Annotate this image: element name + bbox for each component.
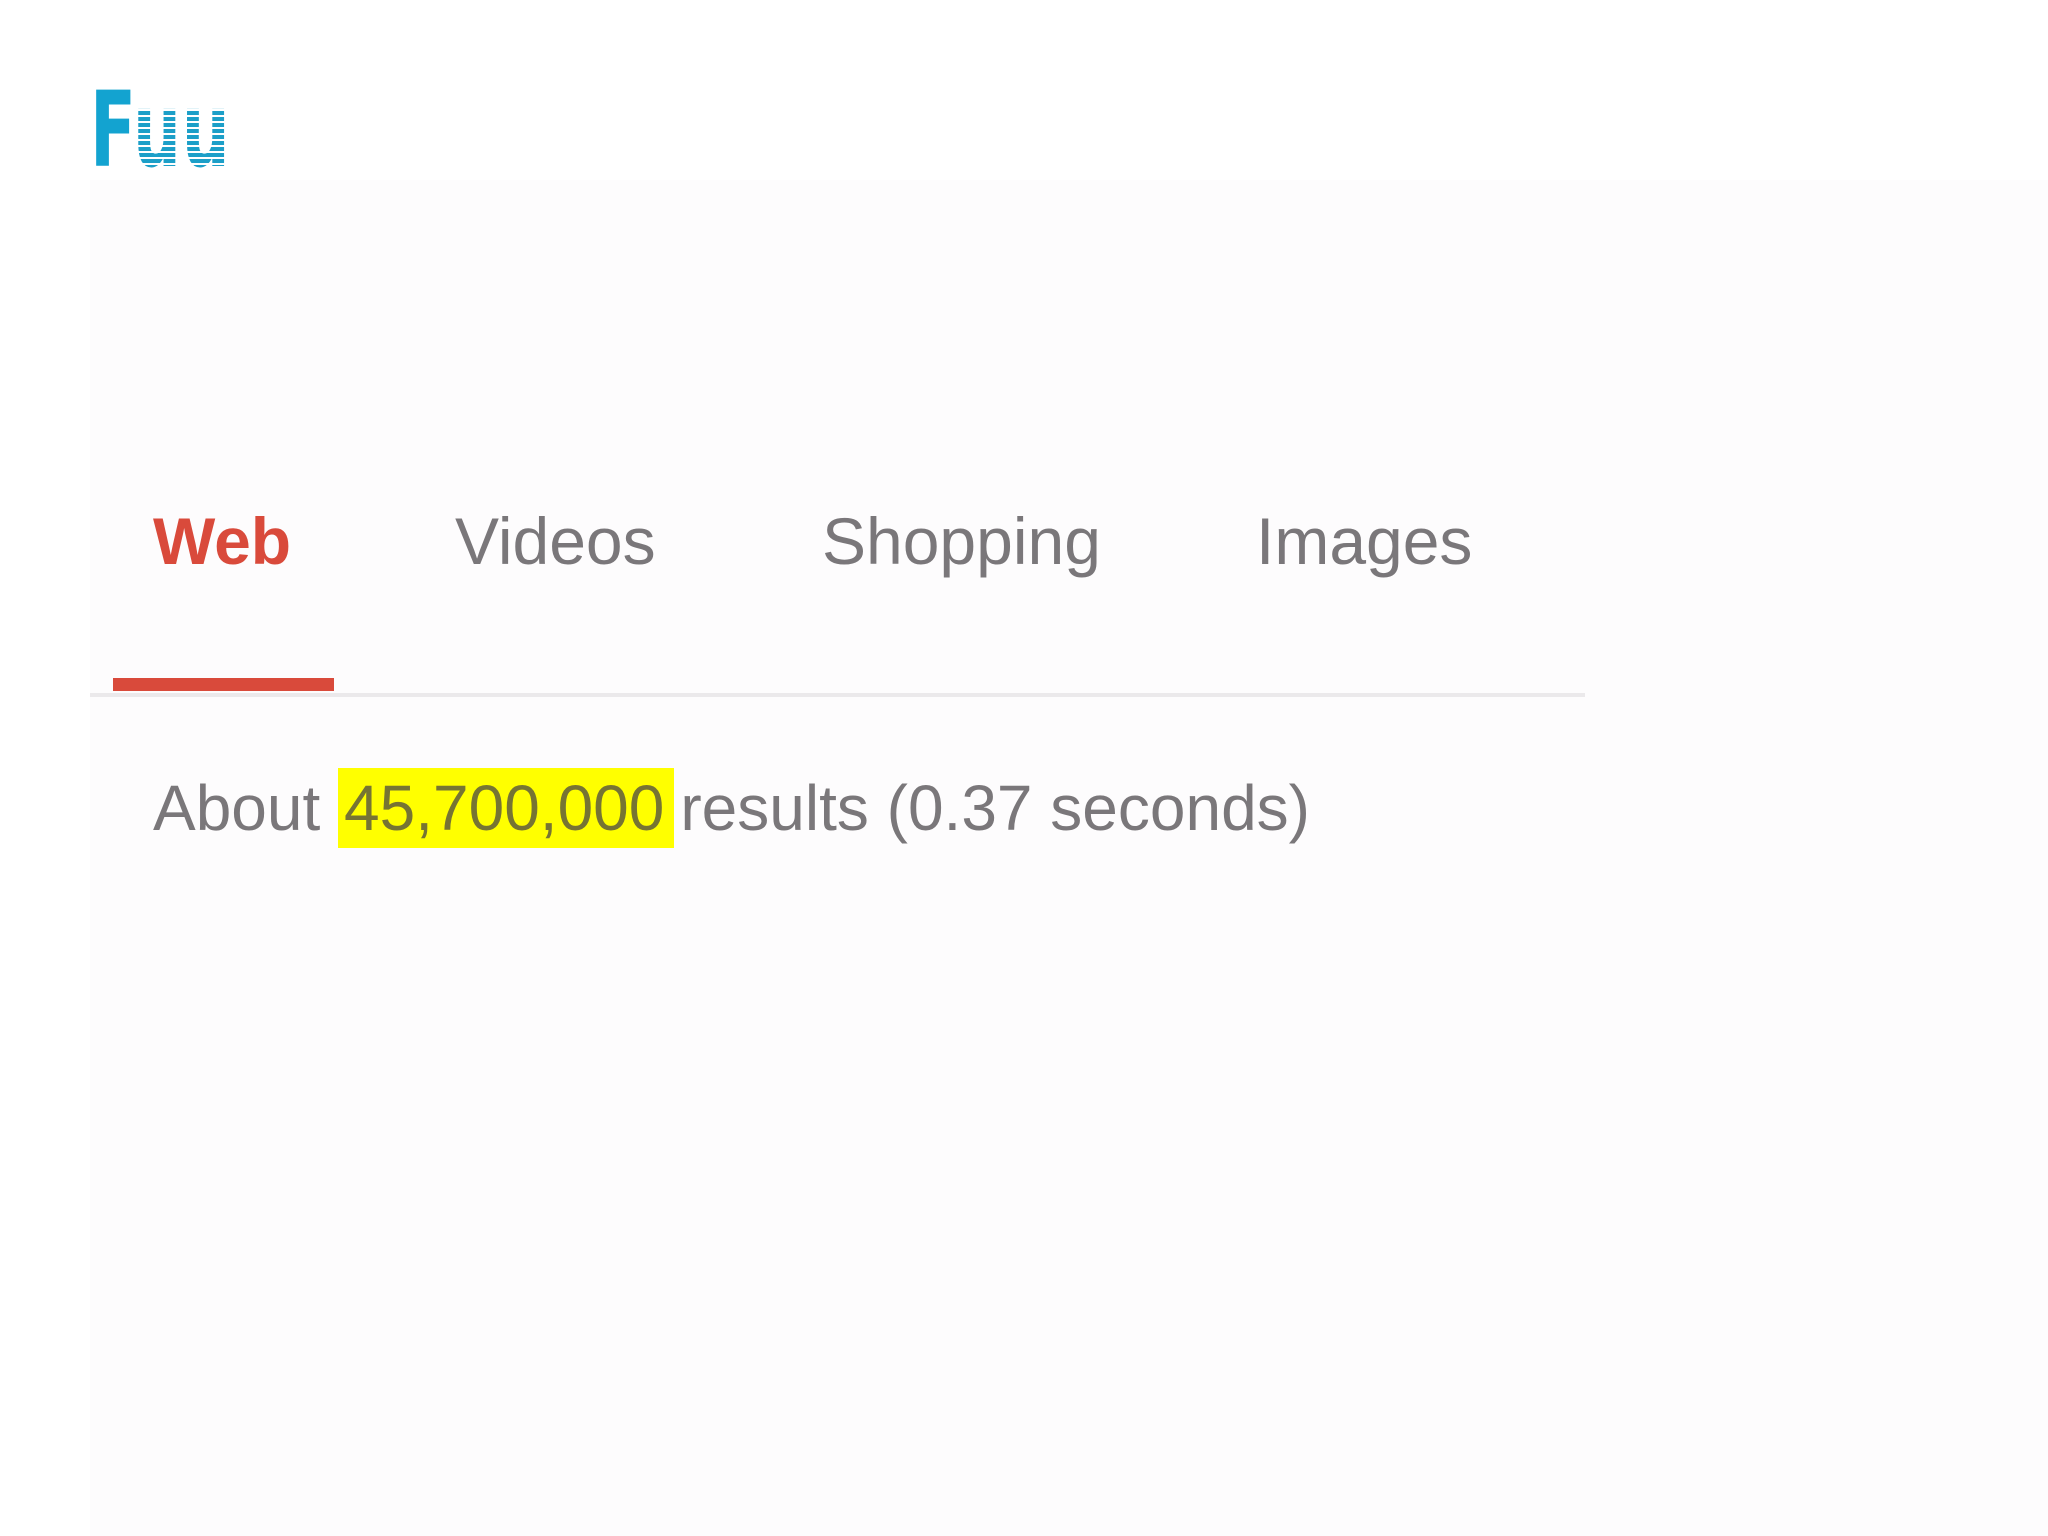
logo-letter-f: F — [90, 69, 134, 191]
result-count-highlight: 45,700,000 — [338, 768, 675, 848]
search-results-page: Fuu Web Videos Shopping Images About 45,… — [0, 0, 2048, 1536]
fuu-logo[interactable]: Fuu — [90, 78, 230, 182]
tab-images[interactable]: Images — [1256, 490, 1472, 592]
active-tab-indicator — [113, 678, 334, 691]
tab-shopping[interactable]: Shopping — [822, 490, 1101, 592]
tab-videos[interactable]: Videos — [455, 490, 656, 592]
left-margin — [0, 0, 90, 1536]
tab-web[interactable]: Web — [153, 490, 291, 592]
result-stats-prefix: About — [153, 772, 321, 844]
search-tabs: Web Videos Shopping Images — [90, 490, 1585, 700]
tabs-divider — [90, 693, 1585, 697]
logo-letters-uu: uu — [133, 69, 231, 191]
header-background — [0, 0, 2048, 180]
result-stats-suffix: results (0.37 seconds) — [680, 772, 1310, 844]
result-stats: About 45,700,000 results (0.37 seconds) — [153, 768, 1310, 848]
